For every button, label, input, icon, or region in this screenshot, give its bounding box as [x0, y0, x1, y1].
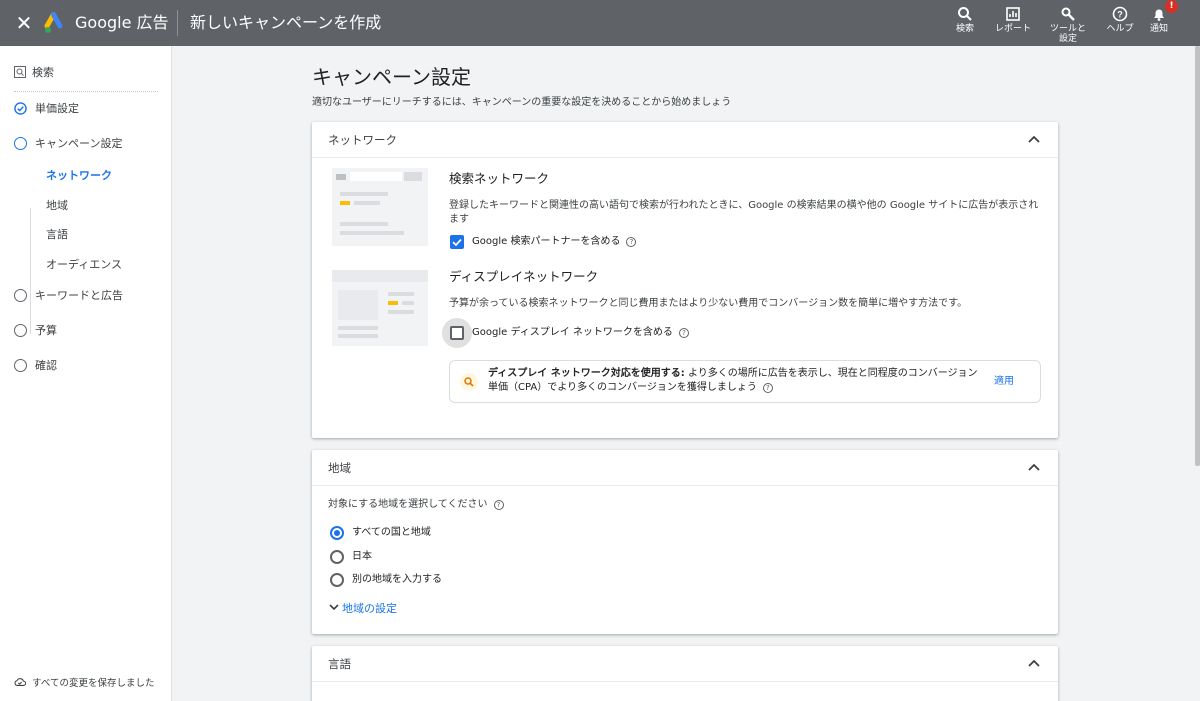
svg-text:?: ? — [1117, 10, 1123, 20]
help-icon: ? — [1112, 6, 1128, 22]
apply-recommendation-button[interactable]: 適用 — [994, 375, 1014, 389]
header-search-button[interactable]: 検索 — [955, 6, 975, 34]
chevron-up-icon[interactable] — [1026, 460, 1042, 476]
language-card-header[interactable]: 言語 — [312, 646, 1058, 682]
sidebar-step-review[interactable]: 確認 — [14, 359, 57, 373]
sidebar-substep-audience[interactable]: オーディエンス — [46, 258, 122, 272]
display-network-label: Google ディスプレイ ネットワークを含める? — [472, 326, 689, 340]
sidebar-step-bidding[interactable]: 単価設定 — [14, 102, 79, 116]
search-partner-label: Google 検索パートナーを含める? — [472, 235, 637, 249]
chevron-down-icon — [329, 604, 339, 611]
header-reports-button[interactable]: レポート — [993, 6, 1033, 34]
todo-step-icon — [14, 359, 27, 372]
header-notifications-button[interactable]: ! 通知 — [1148, 0, 1178, 34]
language-card: 言語 — [312, 646, 1058, 701]
search-box-icon — [14, 66, 26, 78]
sidebar-divider — [14, 91, 158, 92]
wrench-icon — [1061, 7, 1075, 21]
search-network-title: 検索ネットワーク — [449, 171, 550, 186]
page-subtitle: 適切なユーザーにリーチするには、キャンペーンの重要な設定を決めることから始めまし… — [312, 97, 732, 108]
location-radio-all[interactable] — [330, 526, 344, 540]
search-partner-checkbox[interactable] — [450, 235, 464, 249]
location-radio-custom[interactable] — [330, 573, 344, 587]
header-tools-button[interactable]: ツールと 設定 — [1048, 6, 1088, 44]
todo-step-icon — [14, 324, 27, 337]
location-option-custom: 別の地域を入力する — [352, 574, 442, 585]
header-help-button[interactable]: ? ヘルプ — [1104, 6, 1136, 34]
page-header-title: 新しいキャンペーンを作成 — [190, 13, 382, 32]
network-card-header[interactable]: ネットワーク — [312, 122, 1058, 158]
location-card: 地域 対象にする地域を選択してください? すべての国と地域 日本 別の地域を入力… — [312, 450, 1058, 634]
chevron-up-icon[interactable] — [1026, 656, 1042, 672]
check-circle-icon — [14, 102, 27, 115]
help-circle-icon[interactable]: ? — [762, 383, 773, 393]
display-network-description: 予算が余っている検索ネットワークと同じ費用またはより少ない費用でコンバージョン数… — [449, 298, 968, 309]
close-icon[interactable]: ✕ — [14, 13, 34, 33]
sidebar-step-budget[interactable]: 予算 — [14, 324, 57, 338]
substep-line — [30, 208, 31, 334]
search-icon — [958, 7, 972, 21]
top-app-bar: ✕ Google 広告 新しいキャンペーンを作成 検索 レポート ツールと 設定… — [0, 0, 1200, 46]
notification-badge: ! — [1165, 0, 1178, 13]
help-circle-icon[interactable]: ? — [493, 500, 504, 510]
location-card-title: 地域 — [328, 461, 351, 475]
search-network-illustration — [332, 168, 428, 246]
location-option-all: すべての国と地域 — [352, 527, 431, 538]
chevron-up-icon[interactable] — [1026, 132, 1042, 148]
sidebar-step-campaign-settings[interactable]: キャンペーン設定 — [14, 137, 122, 151]
page-title: キャンペーン設定 — [312, 65, 471, 89]
sidebar-substep-network[interactable]: ネットワーク — [46, 169, 112, 183]
help-circle-icon[interactable]: ? — [626, 237, 637, 247]
brand-name: Google 広告 — [75, 13, 169, 32]
checkmark-icon — [452, 238, 462, 247]
recommendation-box: ディスプレイ ネットワーク対応を使用する: より多くの場所に広告を表示し、現在と… — [449, 360, 1041, 403]
display-network-checkbox[interactable] — [450, 326, 464, 340]
sidebar-substep-language[interactable]: 言語 — [46, 228, 68, 242]
location-prompt: 対象にする地域を選択してください? — [328, 498, 504, 512]
search-network-description: 登録したキーワードと関連性の高い語句で検索が行われたときに、Google の検索… — [449, 200, 1039, 225]
current-step-icon — [14, 137, 27, 150]
cloud-done-icon — [14, 678, 26, 686]
todo-step-icon — [14, 289, 27, 302]
network-card: ネットワーク 検索ネットワーク 登録したキーワードと関連性の高い語句で検索が行わ… — [312, 122, 1058, 438]
page-scrollbar[interactable] — [1195, 46, 1200, 466]
display-network-illustration — [332, 270, 428, 346]
sidebar-step-keywords-ads[interactable]: キーワードと広告 — [14, 289, 123, 303]
recommendation-text: ディスプレイ ネットワーク対応を使用する: より多くの場所に広告を表示し、現在と… — [488, 368, 978, 393]
recommendation-icon — [460, 373, 478, 391]
sidebar-substep-location[interactable]: 地域 — [46, 199, 68, 213]
header-divider — [177, 10, 178, 36]
location-option-japan: 日本 — [352, 551, 372, 562]
location-radio-japan[interactable] — [330, 550, 344, 564]
location-settings-link[interactable]: 地域の設定 — [328, 601, 397, 616]
google-ads-logo — [44, 12, 63, 33]
sidebar-search[interactable]: 検索 — [14, 66, 54, 80]
location-card-header[interactable]: 地域 — [312, 450, 1058, 486]
sidebar: 検索 単価設定 キャンペーン設定 ネットワーク 地域 言語 オーディエンス キー… — [0, 46, 172, 701]
reports-icon — [1006, 7, 1020, 21]
search-icon — [464, 377, 474, 387]
help-circle-icon[interactable]: ? — [678, 328, 689, 338]
network-card-title: ネットワーク — [328, 133, 397, 147]
save-status: すべての変更を保存しました — [14, 676, 154, 691]
language-card-title: 言語 — [328, 657, 351, 671]
display-network-title: ディスプレイネットワーク — [449, 269, 599, 284]
